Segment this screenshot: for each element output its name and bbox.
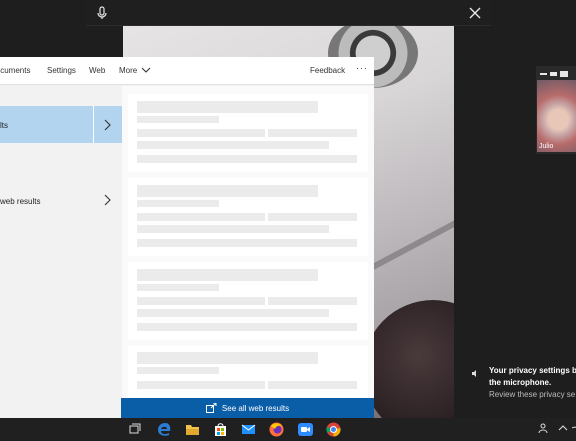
loading-bar <box>268 213 357 221</box>
maximize-icon[interactable] <box>560 71 568 77</box>
loading-bar <box>137 200 219 207</box>
loading-bar <box>137 352 318 364</box>
see-all-label: See all web results <box>221 403 290 413</box>
chrome-icon[interactable] <box>325 421 342 438</box>
file-explorer-icon[interactable] <box>184 421 201 438</box>
tab-more-label: More <box>119 66 138 75</box>
speaker-icon <box>471 365 480 377</box>
loading-card <box>128 262 368 340</box>
feedback-link[interactable]: Feedback <box>310 66 345 75</box>
see-all-web-results-button[interactable]: See all web results <box>121 398 374 418</box>
loading-bar <box>137 239 357 247</box>
firefox-icon[interactable] <box>268 421 285 438</box>
loading-bar <box>137 116 219 123</box>
divider <box>93 106 94 143</box>
video-object <box>363 300 454 418</box>
loading-bar <box>137 129 265 137</box>
microphone-icon[interactable] <box>94 5 110 21</box>
external-link-icon <box>205 402 217 413</box>
loading-bar <box>137 284 219 291</box>
more-options-button[interactable]: ··· <box>356 63 368 73</box>
loading-bar <box>137 297 265 305</box>
loading-bar <box>137 155 357 163</box>
tab-web[interactable]: Web <box>89 66 105 75</box>
mail-icon[interactable] <box>240 421 257 438</box>
results-list: lts web results <box>0 86 122 418</box>
loading-bar <box>137 367 219 374</box>
result-label: lts <box>0 121 8 130</box>
notification-line-2: the microphone. <box>489 378 552 387</box>
result-best-match[interactable]: lts <box>0 106 122 143</box>
loading-bar <box>137 323 357 331</box>
close-icon[interactable] <box>467 5 483 21</box>
search-panel: Documents Settings Web More Feedback ···… <box>0 57 374 418</box>
loading-bar <box>137 101 318 113</box>
loading-bar <box>137 141 329 149</box>
loading-bar <box>137 225 329 233</box>
loading-card <box>128 178 368 256</box>
loading-bar <box>268 297 357 305</box>
participant-name: Julio <box>539 143 554 150</box>
participant-video-tile[interactable]: Julio <box>536 66 576 154</box>
chevron-down-icon <box>141 67 151 74</box>
people-icon[interactable] <box>538 422 550 437</box>
tab-settings[interactable]: Settings <box>47 66 76 75</box>
tab-more[interactable]: More <box>119 66 151 75</box>
restore-icon[interactable] <box>550 72 557 76</box>
privacy-notification[interactable]: Your privacy settings b the microphone. … <box>468 362 576 412</box>
taskbar <box>0 418 576 441</box>
loading-bar <box>137 213 265 221</box>
tray-chevron-up-icon[interactable] <box>558 422 568 437</box>
edge-icon[interactable] <box>156 421 173 438</box>
task-view-icon[interactable] <box>127 421 144 438</box>
loading-bar <box>268 381 357 389</box>
loading-card <box>128 94 368 172</box>
store-icon[interactable] <box>212 421 229 438</box>
loading-bar <box>268 129 357 137</box>
chevron-right-icon[interactable] <box>103 193 111 206</box>
result-web[interactable]: web results <box>0 183 122 220</box>
result-label: web results <box>0 197 41 206</box>
loading-bar <box>137 309 329 317</box>
voice-search-bar[interactable] <box>86 0 491 26</box>
minimize-icon[interactable] <box>540 73 547 75</box>
results-preview <box>122 86 374 398</box>
loading-bar <box>137 269 318 281</box>
loading-bar <box>137 381 265 389</box>
notification-line-3[interactable]: Review these privacy se <box>489 389 576 401</box>
tab-documents[interactable]: Documents <box>0 66 30 75</box>
network-icon[interactable] <box>571 422 576 437</box>
loading-bar <box>137 185 318 197</box>
zoom-icon[interactable] <box>297 421 314 438</box>
search-tabs: Documents Settings Web More Feedback ··· <box>0 57 374 85</box>
notification-line-1: Your privacy settings b <box>489 366 576 375</box>
participant-video <box>537 80 576 152</box>
loading-card <box>128 346 368 398</box>
chevron-right-icon[interactable] <box>103 118 111 131</box>
